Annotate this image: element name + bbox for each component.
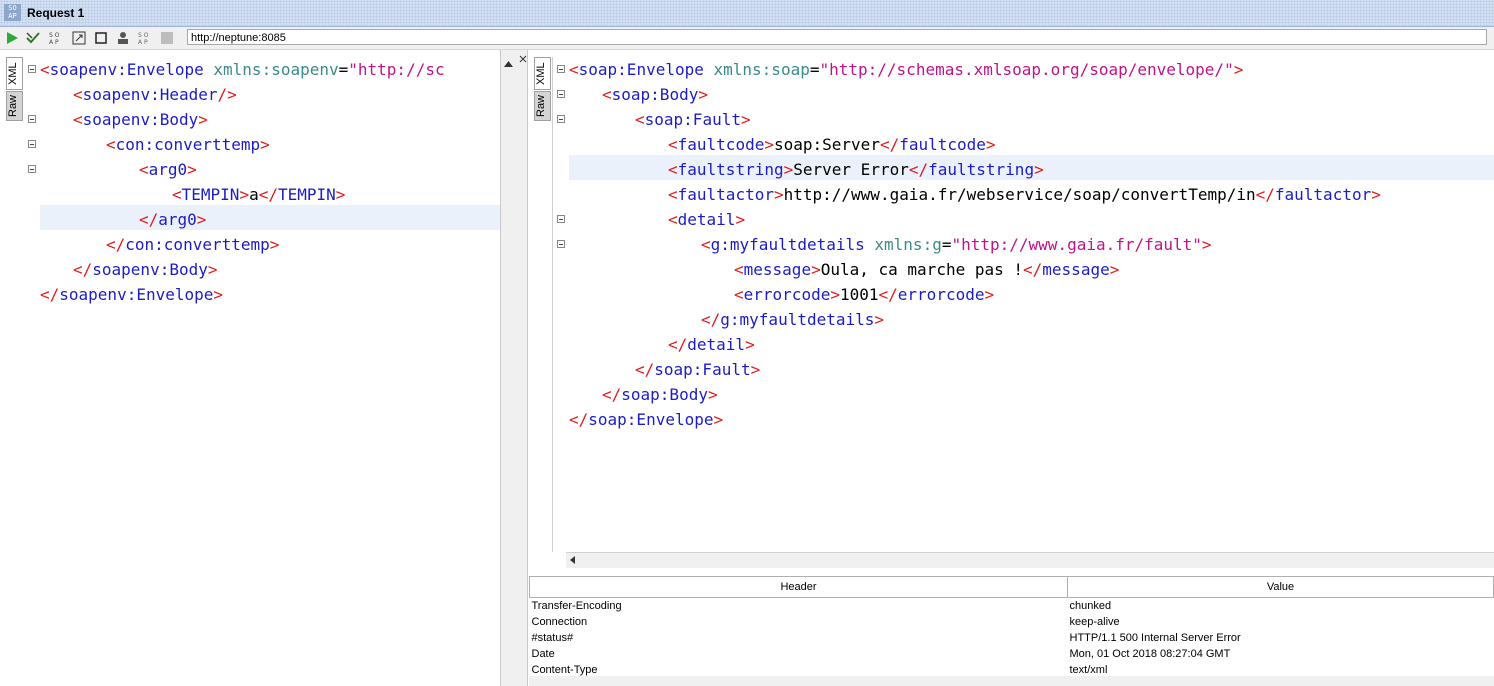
table-row[interactable]: Date Mon, 01 Oct 2018 08:27:04 GMT (530, 646, 1494, 662)
request-toolbar: S OA P S OA P http://neptune:8085 (0, 27, 1494, 50)
xml-line: </soap:Body> (602, 385, 718, 404)
xml-line: </detail> (668, 335, 755, 354)
collapse-splitter-icon[interactable] (518, 54, 528, 68)
xml-line: </soapenv:Body> (73, 260, 218, 279)
column-header-header[interactable]: Header (529, 576, 1068, 598)
fold-toggle-icon[interactable] (557, 215, 565, 223)
xml-line: <faultcode>soap:Server</faultcode> (668, 135, 996, 154)
response-xml-editor[interactable]: <soap:Envelope xmlns:soap="http://schema… (552, 57, 1494, 552)
column-header-value[interactable]: Value (1067, 576, 1494, 598)
xml-line: <errorcode>1001</errorcode> (734, 285, 995, 304)
tab-request-xml[interactable]: XML (6, 57, 23, 90)
request-vertical-scrollbar[interactable] (501, 57, 516, 686)
fold-toggle-icon[interactable] (28, 140, 36, 148)
xml-line: <TEMPIN>a</TEMPIN> (172, 185, 346, 204)
xml-line: <faultstring>Server Error</faultstring> (668, 160, 1044, 179)
fold-toggle-icon[interactable] (28, 65, 36, 73)
svg-text:S O: S O (49, 32, 60, 39)
format-icon[interactable] (71, 30, 87, 46)
header-name-cell: Transfer-Encoding (531, 599, 622, 612)
response-headers-table: Header Value Transfer-Encoding chunked Co… (529, 576, 1494, 678)
response-horizontal-scrollbar[interactable] (566, 552, 1494, 568)
header-value-cell: keep-alive (1069, 615, 1120, 628)
fold-toggle-icon[interactable] (28, 165, 36, 173)
header-name-cell: Date (531, 647, 555, 660)
xml-line: <soap:Body> (602, 85, 708, 104)
current-line-highlight (40, 205, 500, 230)
fold-toggle-icon[interactable] (557, 240, 565, 248)
xml-line: <soap:Envelope xmlns:soap="http://schema… (569, 60, 1244, 79)
xml-line: <message>Oula, ca marche pas !</message> (734, 260, 1120, 279)
endpoint-url-field[interactable]: http://neptune:8085 (187, 29, 1487, 45)
scroll-up-arrow-icon[interactable] (501, 57, 516, 71)
table-footer-strip (529, 676, 1494, 686)
xml-line: </con:converttemp> (106, 235, 280, 254)
window-titlebar: SO AP Request 1 (0, 0, 1494, 27)
xml-line: <soapenv:Header/> (73, 85, 237, 104)
svg-text:S O: S O (138, 32, 149, 39)
fold-toggle-icon[interactable] (557, 65, 565, 73)
header-name-cell: Connection (531, 615, 588, 628)
stop-icon[interactable] (93, 30, 109, 46)
xml-line: <soap:Fault> (635, 110, 751, 129)
xml-line: <soapenv:Body> (73, 110, 208, 129)
header-value-cell: chunked (1069, 599, 1112, 612)
svg-text:A P: A P (49, 39, 59, 46)
scroll-left-arrow-icon[interactable] (566, 553, 580, 567)
window-title: Request 1 (27, 6, 85, 20)
header-value-cell: Mon, 01 Oct 2018 08:27:04 GMT (1069, 647, 1231, 660)
xml-line: <soapenv:Envelope xmlns:soapenv="http://… (40, 60, 445, 79)
xml-line: </soap:Fault> (635, 360, 761, 379)
fold-toggle-icon[interactable] (557, 115, 565, 123)
table-row[interactable]: Connection keep-alive (530, 614, 1494, 630)
svg-text:A P: A P (138, 39, 148, 46)
xml-line: <con:converttemp> (106, 135, 270, 154)
auth-icon[interactable] (115, 30, 131, 46)
tab-response-raw[interactable]: Raw (534, 91, 551, 121)
xml-line: </g:myfaultdetails> (701, 310, 885, 329)
table-row[interactable]: #status# HTTP/1.1 500 Internal Server Err… (530, 630, 1494, 646)
xml-line: <faultactor>http://www.gaia.fr/webservic… (668, 185, 1381, 204)
soap-logo-icon: SO AP (4, 4, 21, 21)
wsa-icon[interactable]: S OA P (48, 30, 64, 46)
properties-icon[interactable]: S OA P (137, 30, 153, 46)
xml-line: <detail> (668, 210, 746, 229)
run-icon[interactable] (4, 30, 20, 46)
xml-line: <g:myfaultdetails xmlns:g="http://www.ga… (701, 235, 1212, 254)
fold-toggle-icon[interactable] (557, 90, 565, 98)
xml-line: </soap:Envelope> (569, 410, 724, 429)
tab-request-raw[interactable]: Raw (6, 91, 23, 121)
xml-line: </arg0> (139, 210, 207, 229)
xml-line: <arg0> (139, 160, 197, 179)
validate-icon[interactable] (25, 30, 41, 46)
header-value-cell: HTTP/1.1 500 Internal Server Error (1069, 631, 1241, 644)
fold-toggle-icon[interactable] (28, 115, 36, 123)
header-name-cell: #status# (531, 631, 574, 644)
xml-line: </soapenv:Envelope> (40, 285, 224, 304)
tab-response-xml[interactable]: XML (534, 57, 551, 90)
request-xml-editor[interactable]: <soapenv:Envelope xmlns:soapenv="http://… (24, 57, 500, 686)
table-row[interactable]: Transfer-Encoding chunked (530, 598, 1494, 615)
square-icon[interactable] (159, 30, 175, 46)
